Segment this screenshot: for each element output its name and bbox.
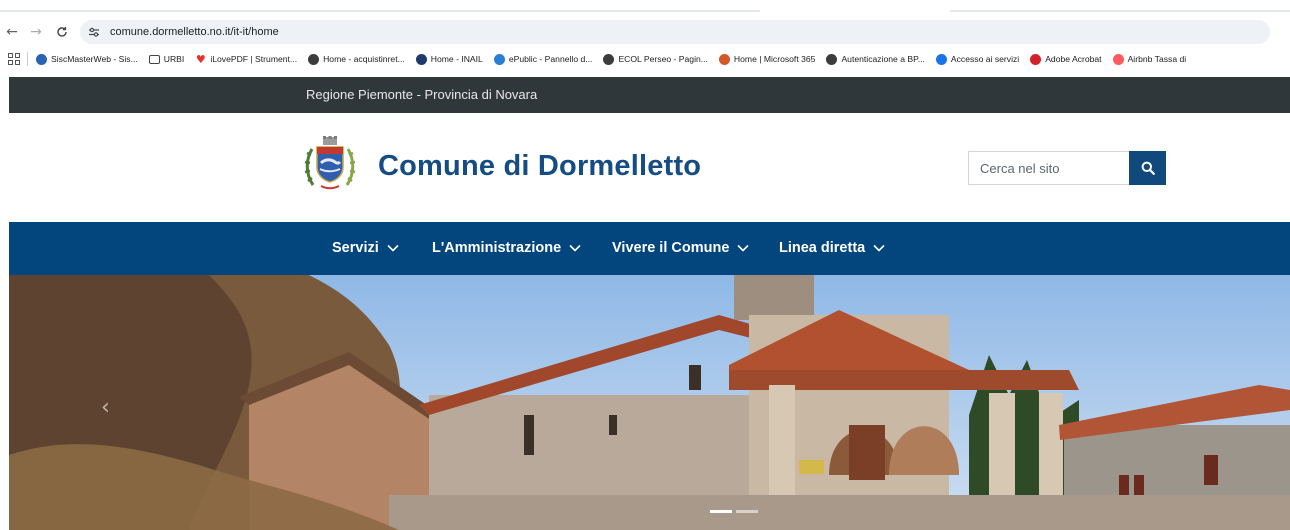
accesso-icon <box>935 53 947 65</box>
chevron-down-icon <box>873 244 885 252</box>
site-title[interactable]: Comune di Dormelletto <box>378 150 701 183</box>
bookmarks-bar: SiscMasterWeb - Sis... URBI ♥ iLovePDF | St… <box>0 48 1290 70</box>
microsoft365-icon <box>718 53 730 65</box>
site-info-icon[interactable] <box>86 24 102 40</box>
apps-grid-icon[interactable] <box>8 53 20 65</box>
bookmark-item[interactable]: Home - INAIL <box>415 53 483 65</box>
carousel-dot[interactable] <box>736 510 758 513</box>
municipal-crest-icon[interactable] <box>303 135 357 191</box>
forward-arrow-icon[interactable]: → <box>26 22 46 42</box>
bookmarks-divider <box>27 52 28 66</box>
url-omnibox[interactable]: comune.dormelletto.no.it/it-it/home <box>80 20 1270 44</box>
bookmark-label: Home - INAIL <box>430 54 483 64</box>
hero-church-image <box>9 275 1290 530</box>
carousel-prev-icon[interactable]: ‹ <box>101 395 119 423</box>
bookmark-label: URBI <box>163 54 185 64</box>
nav-label: L'Amministrazione <box>432 240 562 256</box>
epublic-icon <box>493 53 505 65</box>
bookmark-item[interactable]: Home | Microsoft 365 <box>718 53 816 65</box>
region-link[interactable]: Regione Piemonte - Provincia di Novara <box>306 87 537 102</box>
url-text: comune.dormelletto.no.it/it-it/home <box>110 26 279 38</box>
bookmark-label: Airbnb Tassa di <box>1127 54 1187 64</box>
bookmark-item[interactable]: ePublic - Pannello d... <box>493 53 593 65</box>
bookmark-item[interactable]: Home - acquistinret... <box>308 53 405 65</box>
nav-vivere-il-comune[interactable]: Vivere il Comune <box>612 240 749 256</box>
main-navigation: Servizi L'Amministrazione Vivere il Comu… <box>9 222 1290 275</box>
bookmark-label: iLovePDF | Strument... <box>210 54 298 64</box>
nav-label: Vivere il Comune <box>612 240 730 256</box>
inail-icon <box>415 53 427 65</box>
nav-label: Linea diretta <box>779 240 866 256</box>
bookmark-label: Home | Microsoft 365 <box>733 54 816 64</box>
reload-icon[interactable] <box>52 22 72 42</box>
chevron-down-icon <box>387 244 399 252</box>
nav-amministrazione[interactable]: L'Amministrazione <box>432 240 581 256</box>
search-input[interactable]: Cerca nel sito <box>968 151 1129 185</box>
carousel-dot[interactable] <box>710 510 732 513</box>
bookmark-item[interactable]: URBI <box>148 54 185 64</box>
back-arrow-icon[interactable]: ← <box>2 22 22 42</box>
globe-icon <box>308 53 320 65</box>
bookmark-item[interactable]: Accesso ai servizi <box>935 53 1020 65</box>
globe-icon <box>826 53 838 65</box>
ilovepdf-heart-icon: ♥ <box>195 52 206 66</box>
site-header: Comune di Dormelletto Cerca nel sito <box>9 113 1290 222</box>
bookmark-item[interactable]: Adobe Acrobat <box>1030 53 1102 65</box>
chevron-down-icon <box>569 244 581 252</box>
bookmark-item[interactable]: SiscMasterWeb - Sis... <box>36 53 138 65</box>
site-search: Cerca nel sito <box>968 151 1166 185</box>
folder-icon <box>148 54 160 64</box>
hero-carousel: ‹ <box>9 275 1290 530</box>
bookmark-label: ECOL Perseo - Pagin... <box>618 54 708 64</box>
nav-servizi[interactable]: Servizi <box>332 240 399 256</box>
bookmark-item[interactable]: ♥ iLovePDF | Strument... <box>195 52 298 66</box>
bookmark-item[interactable]: Airbnb Tassa di <box>1112 53 1187 65</box>
bookmark-label: Autenticazione a BP... <box>841 54 925 64</box>
carousel-indicators <box>710 510 758 513</box>
tab-strip <box>0 0 1290 14</box>
bookmark-label: Adobe Acrobat <box>1045 54 1102 64</box>
globe-icon <box>603 53 615 65</box>
address-bar: ← → comune.dormelletto.no.it/it-it/home <box>0 18 1290 46</box>
nav-label: Servizi <box>332 240 379 256</box>
search-button[interactable] <box>1129 151 1166 185</box>
siscmaster-icon <box>36 53 47 65</box>
region-bar: Regione Piemonte - Provincia di Novara <box>9 77 1290 113</box>
bookmark-label: SiscMasterWeb - Sis... <box>51 54 138 64</box>
nav-linea-diretta[interactable]: Linea diretta <box>779 240 885 256</box>
airbnb-icon <box>1112 53 1124 65</box>
bookmark-item[interactable]: Autenticazione a BP... <box>826 53 925 65</box>
chevron-down-icon <box>737 244 749 252</box>
bookmark-label: Home - acquistinret... <box>323 54 405 64</box>
bookmark-label: ePublic - Pannello d... <box>508 54 593 64</box>
bookmark-label: Accesso ai servizi <box>950 54 1020 64</box>
search-icon <box>1141 161 1155 175</box>
bookmark-item[interactable]: ECOL Perseo - Pagin... <box>603 53 708 65</box>
adobe-acrobat-icon <box>1030 53 1042 65</box>
